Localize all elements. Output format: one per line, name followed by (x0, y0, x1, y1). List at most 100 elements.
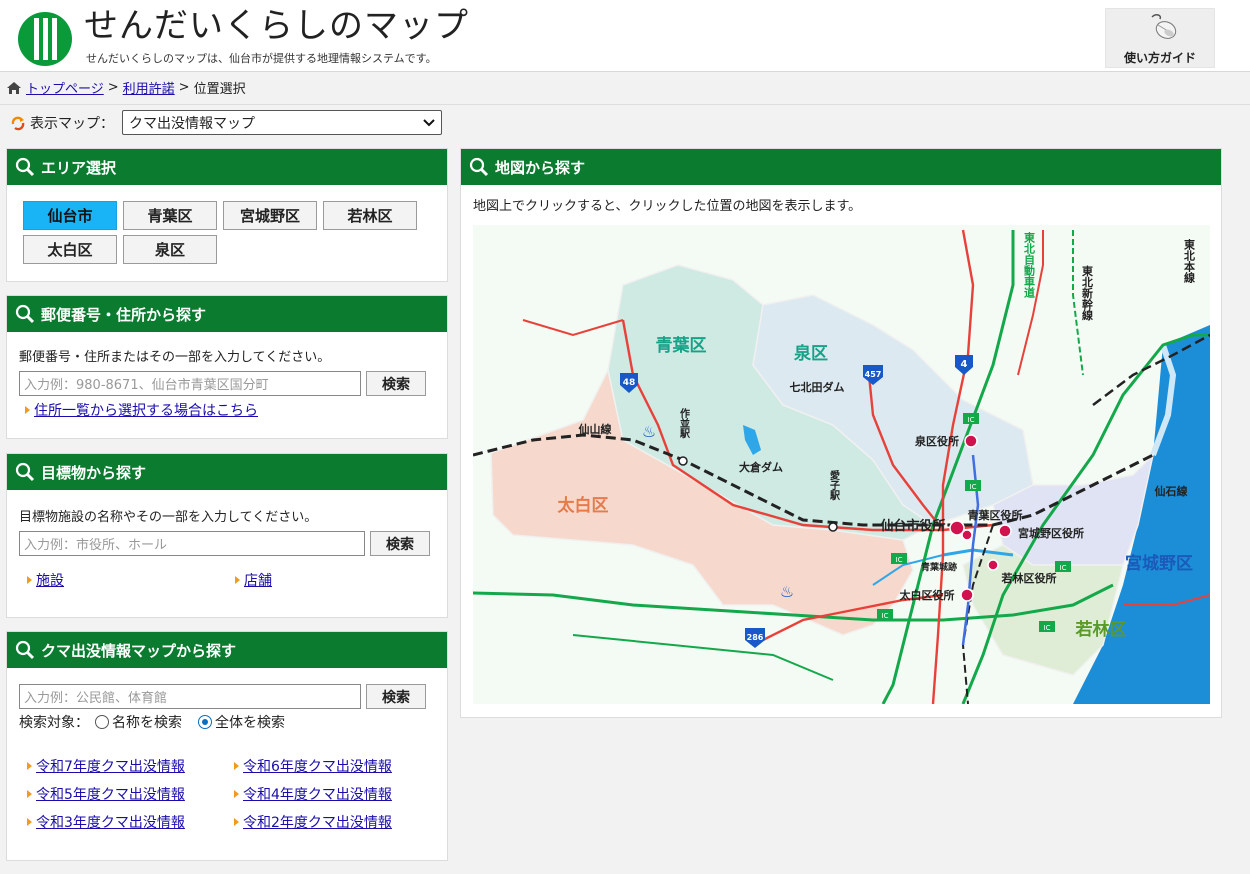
bear-info-links: 令和7年度クマ出没情報 令和6年度クマ出没情報 令和5年度クマ出没情報 令和4年… (27, 756, 435, 832)
address-list-link[interactable]: 住所一覧から選択する場合はこちら (25, 400, 258, 420)
wakabayashi-office-label: 若林区役所 (1002, 571, 1057, 585)
map-panel-header: 地図から探す (461, 149, 1221, 185)
breadcrumb-license-link[interactable]: 利用許諾 (123, 78, 175, 97)
bear-search-input[interactable]: 入力例：公民館、体育館 (19, 684, 361, 709)
city-map-svg[interactable]: 48 457 4 286 IC IC IC IC IC IC ♨ ♨ 青葉区 泉… (473, 225, 1210, 704)
triangle-icon (234, 790, 239, 798)
miyagino-ward-label: 宮城野区 (1125, 553, 1193, 574)
refresh-icon (11, 116, 25, 130)
ic-badge: IC (891, 553, 907, 564)
area-button-izumi[interactable]: 泉区 (123, 235, 217, 264)
bear-panel-title: クマ出没情報マップから探す (41, 641, 237, 660)
hot-spring-icon: ♨ (780, 582, 794, 601)
aoba-office-marker[interactable] (961, 529, 973, 541)
store-link[interactable]: 店舗 (235, 570, 272, 590)
bear-info-link-r5[interactable]: 令和5年度クマ出没情報 (27, 784, 234, 804)
bear-info-link-r6[interactable]: 令和6年度クマ出没情報 (234, 756, 434, 776)
postal-search-input[interactable]: 入力例：980-8671、仙台市青葉区国分町 (19, 371, 361, 396)
postal-description: 郵便番号・住所またはその一部を入力してください。 (19, 350, 331, 365)
map-select-value: クマ出没情報マップ (129, 115, 255, 132)
radio-all-search[interactable] (198, 715, 212, 729)
triangle-icon (235, 576, 240, 584)
svg-text:IC: IC (896, 556, 903, 564)
svg-text:IC: IC (970, 483, 977, 491)
bear-info-link-label: 令和6年度クマ出没情報 (243, 759, 392, 775)
area-button-sendai[interactable]: 仙台市 (23, 201, 117, 230)
landmark-panel: 目標物から探す 目標物施設の名称やその一部を入力してください。 入力例：市役所、… (6, 453, 448, 618)
landmark-search-button[interactable]: 検索 (370, 531, 430, 556)
taihaku-ward-label: 太白区 (558, 495, 609, 516)
aoba-office-label: 青葉区役所 (968, 508, 1023, 522)
site-header: せんだいくらしのマップ せんだいくらしのマップは、仙台市が提供する地理情報システ… (0, 0, 1250, 72)
bear-info-link-r4[interactable]: 令和4年度クマ出没情報 (234, 784, 434, 804)
area-button-taihaku[interactable]: 太白区 (23, 235, 117, 264)
postal-panel-header: 郵便番号・住所から探す (7, 296, 447, 332)
search-target-label: 検索対象： (19, 715, 89, 731)
triangle-icon (27, 790, 32, 798)
svg-text:457: 457 (865, 370, 882, 379)
okura-dam-label: 大倉ダム (739, 460, 783, 474)
search-icon (15, 157, 35, 177)
hot-spring-icon: ♨ (642, 422, 656, 441)
svg-text:IC: IC (968, 416, 975, 424)
izumi-ward-label: 泉区 (793, 343, 828, 364)
city-hall-label: 仙台市役所 (880, 518, 945, 534)
izumi-office-label: 泉区役所 (914, 434, 959, 448)
bear-info-link-r2[interactable]: 令和2年度クマ出没情報 (234, 812, 434, 832)
area-panel-header: エリア選択 (7, 149, 447, 185)
breadcrumb-separator: > (178, 80, 190, 95)
area-button-aoba[interactable]: 青葉区 (123, 201, 217, 230)
radio-name-label: 名称を検索 (112, 715, 182, 731)
bear-info-link-r7[interactable]: 令和7年度クマ出没情報 (27, 756, 234, 776)
area-button-wakabayashi[interactable]: 若林区 (323, 201, 417, 230)
map-select-row: 表示マップ： クマ出没情報マップ (10, 110, 442, 135)
triangle-icon (25, 406, 30, 414)
facility-link-label: 施設 (36, 573, 64, 589)
city-map[interactable]: 48 457 4 286 IC IC IC IC IC IC ♨ ♨ 青葉区 泉… (473, 225, 1210, 704)
miyagino-office-marker[interactable] (998, 524, 1012, 538)
wakabayashi-office-marker[interactable] (987, 559, 999, 571)
ic-badge: IC (1055, 561, 1071, 572)
triangle-icon (27, 818, 32, 826)
nanakita-dam-label: 七北田ダム (790, 380, 845, 394)
bear-panel-header: クマ出没情報マップから探す (7, 632, 447, 668)
bear-info-link-label: 令和7年度クマ出没情報 (36, 759, 185, 775)
taihaku-office-label: 太白区役所 (899, 588, 955, 602)
usage-guide-button[interactable]: 使い方ガイド (1105, 8, 1215, 68)
facility-link[interactable]: 施設 (27, 570, 235, 590)
bear-panel: クマ出没情報マップから探す 入力例：公民館、体育館 検索 検索対象： 名称を検索… (6, 631, 448, 861)
site-title[interactable]: せんだいくらしのマップ (84, 4, 469, 48)
map-select-dropdown[interactable]: クマ出没情報マップ (122, 110, 442, 135)
breadcrumb: トップページ > 利用許諾 > 位置選択 (6, 78, 246, 97)
postal-panel: 郵便番号・住所から探す 郵便番号・住所またはその一部を入力してください。 入力例… (6, 295, 448, 439)
bear-info-link-r3[interactable]: 令和3年度クマ出没情報 (27, 812, 234, 832)
search-icon (469, 157, 489, 177)
tohoku-main-line-label: 東北本線 (1183, 238, 1196, 284)
map-select-label: 表示マップ： (30, 115, 114, 132)
senseki-line-label: 仙石線 (1155, 484, 1188, 498)
wakabayashi-ward-label: 若林区 (1075, 619, 1127, 640)
bear-info-link-label: 令和4年度クマ出没情報 (243, 787, 392, 803)
area-button-miyagino[interactable]: 宮城野区 (223, 201, 317, 230)
radio-name-search[interactable] (95, 715, 109, 729)
bear-info-link-label: 令和2年度クマ出没情報 (243, 815, 392, 831)
breadcrumb-divider (0, 104, 1250, 105)
postal-search-button[interactable]: 検索 (366, 371, 426, 396)
miyagino-office-label: 宮城野区役所 (1018, 526, 1084, 540)
triangle-icon (234, 818, 239, 826)
breadcrumb-top-link[interactable]: トップページ (26, 78, 104, 97)
landmark-search-input[interactable]: 入力例：市役所、ホール (19, 531, 365, 556)
tohoku-shinkansen-label: 東北新幹線 (1081, 264, 1094, 321)
address-list-link-label: 住所一覧から選択する場合はこちら (34, 403, 258, 419)
landmark-panel-header: 目標物から探す (7, 454, 447, 490)
svg-text:48: 48 (623, 378, 636, 388)
izumi-office-marker[interactable] (964, 434, 978, 448)
bear-search-button[interactable]: 検索 (366, 684, 426, 709)
ayashi-station-marker (828, 522, 838, 532)
triangle-icon (27, 576, 32, 584)
map-panel: 地図から探す 地図上でクリックすると、クリックした位置の地図を表示します。 48… (460, 148, 1222, 718)
taihaku-office-marker[interactable] (960, 588, 974, 602)
search-icon (15, 462, 35, 482)
postal-panel-title: 郵便番号・住所から探す (41, 305, 207, 324)
logo-icon[interactable] (16, 10, 74, 68)
